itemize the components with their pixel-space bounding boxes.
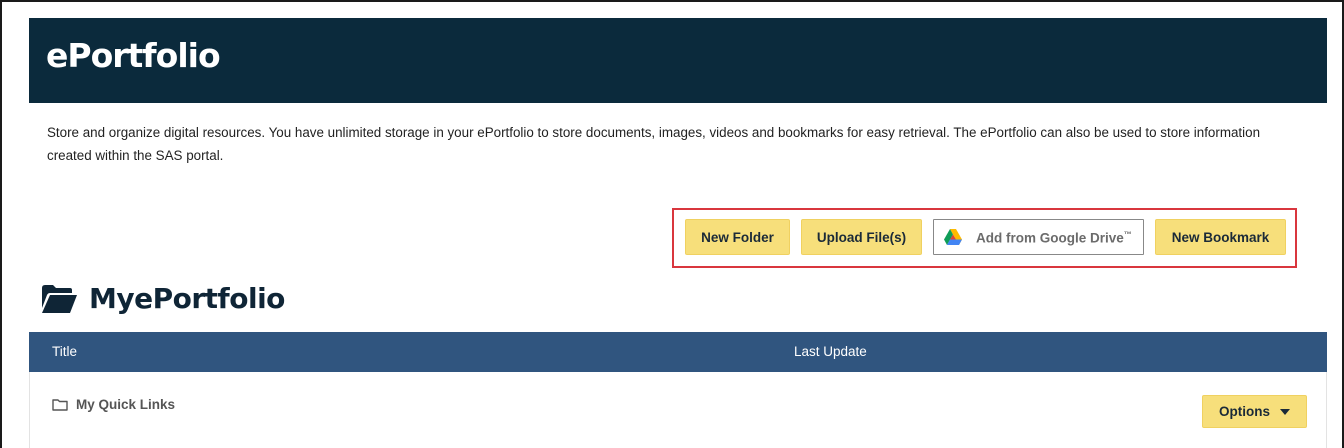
upload-files-button[interactable]: Upload File(s) — [801, 219, 922, 255]
column-header-title[interactable]: Title — [52, 344, 77, 359]
header-banner: ePortfolio — [29, 18, 1327, 103]
column-header-last-update[interactable]: Last Update — [794, 344, 867, 359]
folder-open-icon — [42, 285, 77, 313]
google-drive-icon — [944, 229, 962, 245]
folder-icon — [52, 399, 68, 411]
row-title-link[interactable]: My Quick Links — [76, 397, 175, 412]
section-title: MyePortfolio — [89, 282, 285, 315]
new-folder-button[interactable]: New Folder — [685, 219, 790, 255]
options-label: Options — [1219, 404, 1270, 419]
google-drive-label: Add from Google Drive™ — [976, 230, 1132, 246]
table-row[interactable]: My Quick Links Options — [29, 372, 1327, 448]
page-title: ePortfolio — [46, 36, 221, 75]
caret-down-icon — [1280, 408, 1290, 415]
new-bookmark-button[interactable]: New Bookmark — [1155, 219, 1286, 255]
page-description: Store and organize digital resources. Yo… — [47, 125, 1261, 163]
options-dropdown-button[interactable]: Options — [1202, 395, 1307, 428]
table-header: Title Last Update — [29, 332, 1327, 372]
add-from-google-drive-button[interactable]: Add from Google Drive™ — [933, 219, 1144, 255]
